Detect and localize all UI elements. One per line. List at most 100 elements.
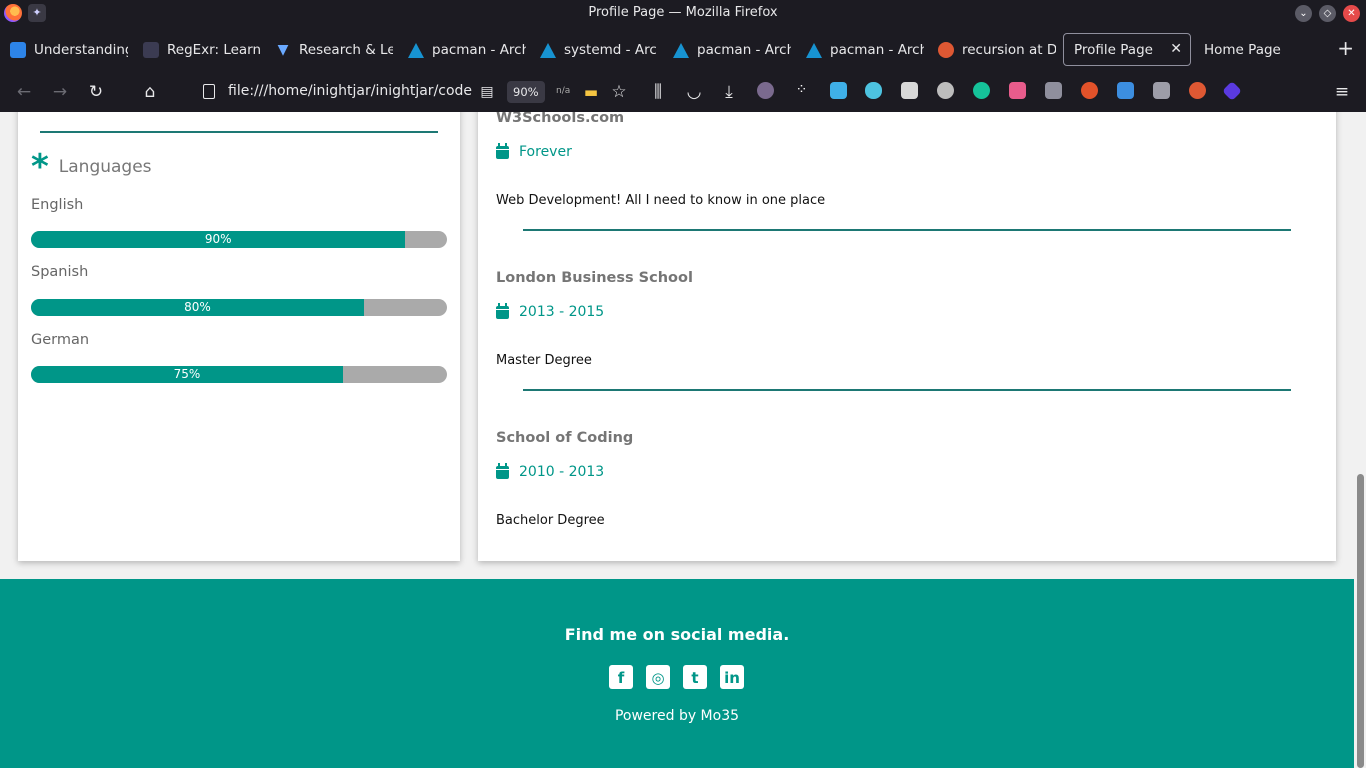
shield-extension-icon[interactable] [1117,82,1134,99]
tab-label: Understanding [34,41,128,58]
url-field[interactable]: file:///home/inightjar/inightjar/codeR [228,83,473,99]
calendar-icon [496,462,509,479]
progress-fill: 90% [31,231,406,248]
reader-view-icon[interactable]: ▤ [475,80,499,104]
facebook-icon[interactable]: f [609,665,633,689]
calendar-icon [496,302,509,319]
tab-label: recursion at D [962,41,1056,58]
school-name: W3Schools.com [496,112,625,126]
education-date: 2013 - 2015 [496,302,605,320]
tab-recursion[interactable]: recursion at D [928,33,1056,66]
tab-bar: Understanding RegExr: Learn, ▼ Research … [0,27,1366,72]
languages-heading: * Languages [31,147,152,187]
video-icon [10,41,26,58]
asterisk-icon: * [31,147,49,187]
copy-extension-icon[interactable] [830,82,847,99]
new-tab-icon[interactable]: + [1337,38,1354,58]
school-name: London Business School [496,270,693,286]
tab-pacman-2[interactable]: pacman - Arch [663,33,791,66]
language-name: Spanish [31,264,89,280]
na-badge: n/a [556,86,571,96]
education-date: Forever [496,142,572,160]
duckduckgo-extension-icon[interactable] [1189,82,1206,99]
arch-icon [540,42,556,58]
education-description: Bachelor Degree [496,513,605,528]
skills-card: * Languages English 90% Spanish 80% Germ… [18,112,460,561]
twitter-icon[interactable]: t [683,665,707,689]
tab-pacman-1[interactable]: pacman - Arch [398,33,526,66]
linkedin-icon[interactable]: in [720,665,744,689]
duckduckgo-icon [938,41,954,58]
page-footer: Find me on social media. f ◎ t in Powere… [0,579,1354,768]
downloads-icon[interactable]: ⤓ [717,80,741,104]
languages-title: Languages [58,157,152,177]
folder-icon[interactable]: ▬ [579,80,603,104]
avatar-extension-icon[interactable] [757,82,774,99]
dots-circle-extension-icon[interactable] [937,82,954,99]
language-progress-bar: 80% [31,299,447,316]
divider [523,229,1291,231]
library-icon[interactable]: ⫼ [646,80,670,104]
tab-label: Home Page [1204,41,1281,58]
calendar-icon [496,142,509,159]
tab-systemd[interactable]: systemd - Arc [530,33,658,66]
tab-label: Research & Le [299,41,393,58]
social-links: f ◎ t in [609,665,744,689]
home-icon[interactable]: ⌂ [138,80,162,104]
social-heading: Find me on social media. [564,625,790,644]
progress-fill: 80% [31,299,364,316]
language-progress-bar: 75% [31,366,447,383]
tab-regexr[interactable]: RegExr: Learn, [133,33,261,66]
progress-fill: 75% [31,366,343,383]
tab-label: Profile Page [1074,41,1153,58]
window-titlebar: ✦ Profile Page — Mozilla Firefox ⌄ ◇ ✕ [0,0,1366,27]
bookmark-star-icon[interactable]: ☆ [607,80,631,104]
reload-icon[interactable]: ↻ [84,80,108,104]
tab-label: systemd - Arc [564,41,657,58]
tab-label: pacman - Arch [432,41,526,58]
arch-icon [806,42,822,58]
minimize-icon[interactable]: ⌄ [1295,5,1312,22]
divider [40,131,438,133]
back-icon[interactable]: ← [12,80,36,104]
tab-pacman-3[interactable]: pacman - Arch [796,33,924,66]
language-progress-bar: 90% [31,231,447,248]
regex-icon [143,41,159,58]
close-tab-icon[interactable]: ✕ [1170,41,1182,57]
school-name: School of Coding [496,430,634,446]
powered-by: Powered by Mo35 [614,708,740,724]
notion-extension-icon[interactable] [1009,82,1026,99]
grammarly-icon[interactable] [973,82,990,99]
education-date: 2010 - 2013 [496,462,605,480]
tab-profile-page[interactable]: Profile Page ✕ [1063,33,1191,66]
v-icon: ▼ [277,41,289,58]
language-name: English [31,197,84,213]
dots-extension-icon[interactable]: ⁘ [793,82,810,99]
page-scrollbar[interactable] [1354,112,1366,768]
date-text: 2013 - 2015 [519,304,605,320]
education-description: Web Development! All I need to know in o… [496,193,826,208]
zoom-level[interactable]: 90% [507,81,545,103]
date-text: 2010 - 2013 [519,464,605,480]
page-icon [203,84,215,99]
fox-extension-icon[interactable] [1045,82,1062,99]
ublock-icon[interactable] [1081,82,1098,99]
menu-icon[interactable]: ≡ [1330,80,1354,104]
tab-label: pacman - Arch [697,41,791,58]
tab-research[interactable]: ▼ Research & Le [265,33,393,66]
close-window-icon[interactable]: ✕ [1343,5,1360,22]
divider [523,389,1291,391]
lock-extension-icon[interactable] [1153,82,1170,99]
tab-home-page[interactable]: Home Page [1194,33,1322,66]
tab-understanding[interactable]: Understanding [0,33,128,66]
scrollbar-thumb[interactable] [1357,474,1364,768]
instagram-icon[interactable]: ◎ [646,665,670,689]
cloud-extension-icon[interactable] [865,82,882,99]
maximize-icon[interactable]: ◇ [1319,5,1336,22]
forward-icon[interactable]: → [48,80,72,104]
arch-icon [408,42,424,58]
date-text: Forever [519,144,572,160]
pocket-icon[interactable]: ◡ [682,80,706,104]
bitwarden-icon[interactable] [901,82,918,99]
window-title: Profile Page — Mozilla Firefox [588,5,778,20]
